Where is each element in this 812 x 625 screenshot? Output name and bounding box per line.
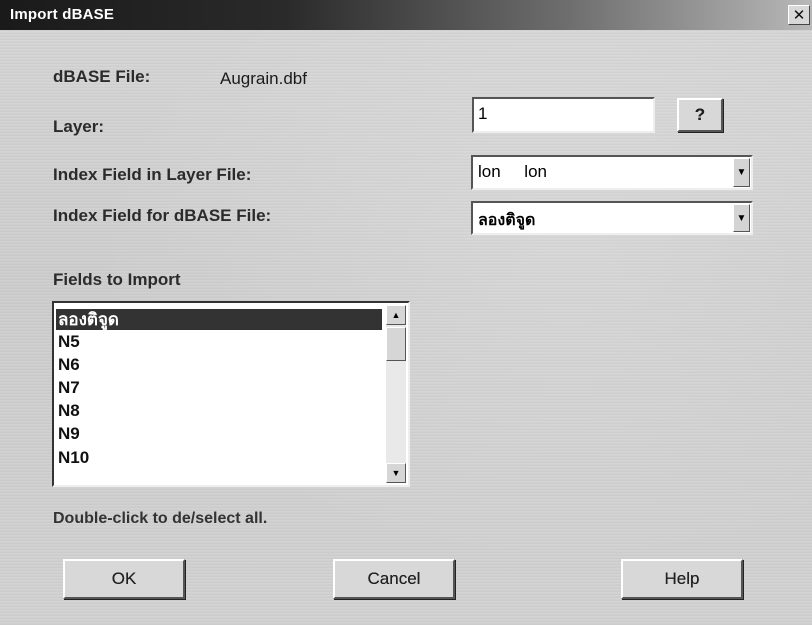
title-bar[interactable]: Import dBASE ✕ <box>0 0 812 30</box>
list-item[interactable]: N7 <box>56 377 382 398</box>
close-button[interactable]: ✕ <box>788 5 810 25</box>
index-field-dbase-value: ลองติจูด <box>478 212 536 229</box>
layer-input[interactable]: 1 <box>472 97 655 133</box>
help-button[interactable]: Help <box>621 559 743 599</box>
index-field-dbase-select[interactable]: ลองติจูด ▼ <box>471 201 753 235</box>
index-field-layer-value: lon lon <box>478 162 547 181</box>
dropdown-arrow-icon[interactable]: ▼ <box>733 204 750 232</box>
dbase-file-value: Augrain.dbf <box>220 69 307 88</box>
dropdown-arrow-icon[interactable]: ▼ <box>733 158 750 187</box>
dbase-file-label: dBASE File: <box>53 67 151 86</box>
close-icon: ✕ <box>792 6 806 24</box>
scroll-thumb[interactable] <box>386 327 406 361</box>
fields-to-import-label: Fields to Import <box>53 270 181 289</box>
index-field-dbase-label: Index Field for dBASE File: <box>53 206 272 225</box>
select-all-hint: Double-click to de/select all. <box>53 510 268 527</box>
fields-scrollbar[interactable]: ▲ ▼ <box>386 305 406 483</box>
import-dbase-dialog: Import dBASE ✕ dBASE File: Augrain.dbf L… <box>0 0 812 625</box>
ok-button[interactable]: OK <box>63 559 185 599</box>
list-item[interactable]: N6 <box>56 354 382 375</box>
list-item[interactable]: N10 <box>56 447 382 468</box>
list-item[interactable]: N9 <box>56 423 382 444</box>
window-title: Import dBASE <box>10 6 115 23</box>
scroll-up-icon[interactable]: ▲ <box>386 305 406 325</box>
layer-label: Layer: <box>53 117 105 136</box>
scroll-down-icon[interactable]: ▼ <box>386 463 406 483</box>
index-field-layer-label: Index Field in Layer File: <box>53 165 252 184</box>
layer-help-button[interactable]: ? <box>677 98 723 132</box>
cancel-button[interactable]: Cancel <box>333 559 455 599</box>
fields-listbox[interactable]: ลองติจูด N5 N6 N7 N8 N9 N10 ▲ ▼ <box>52 301 410 487</box>
index-field-layer-select[interactable]: lon lon ▼ <box>471 155 753 190</box>
list-item[interactable]: N5 <box>56 331 382 352</box>
list-item[interactable]: N8 <box>56 400 382 421</box>
list-item-selected[interactable]: ลองติจูด <box>56 309 382 330</box>
